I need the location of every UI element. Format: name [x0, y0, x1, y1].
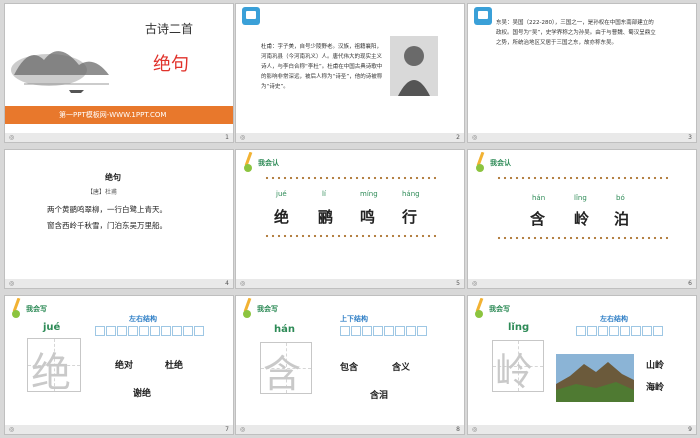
structure-label: 左右结构: [600, 315, 628, 323]
slide-footer: [5, 279, 233, 288]
section-heading: 我会写: [489, 305, 510, 313]
pinyin-bo: bó: [616, 194, 625, 202]
pinyin: lǐng: [508, 322, 530, 333]
large-char: 含: [263, 352, 302, 396]
slide-indicator: ◎: [9, 134, 15, 141]
stroke-order-row: [576, 326, 663, 336]
slide-footer: [5, 133, 233, 142]
slide-number: 6: [688, 280, 692, 287]
word-1: 包含: [340, 363, 359, 373]
slide-number: 4: [225, 280, 229, 287]
slide-footer: [468, 279, 696, 288]
slide-4[interactable]: 绝句 【唐】杜甫 两个黄鹂鸣翠柳，一行白鹭上青天。 窗含西岭千秋雪，门泊东吴万里…: [5, 150, 233, 288]
slide-number: 3: [688, 134, 692, 141]
slide-indicator: ◎: [240, 280, 246, 287]
pinyin-ling: lǐng: [574, 194, 587, 202]
slide-footer: [236, 425, 464, 434]
structure-label: 上下结构: [340, 315, 368, 323]
pinyin: hán: [274, 324, 295, 335]
section-heading: 我会写: [26, 305, 47, 313]
poem-title: 绝句: [153, 54, 189, 75]
pinyin-li: lí: [322, 190, 326, 198]
slide-indicator: ◎: [472, 134, 478, 141]
section-heading: 我会认: [490, 159, 511, 167]
pinyin-ming: míng: [360, 190, 378, 198]
char-jue: 绝: [274, 208, 290, 226]
pinyin-han: hán: [532, 194, 546, 202]
word-1: 山岭: [646, 361, 665, 371]
footer-text: 第一PPT模板网-WWW.1PPT.COM: [59, 111, 167, 119]
char-ling: 岭: [574, 210, 590, 228]
word-3: 谢绝: [133, 389, 152, 399]
slide-6[interactable]: 我会认 hán lǐng bó 含 岭 泊 ◎ 6: [468, 150, 696, 288]
word-1: 绝对: [115, 361, 134, 371]
pencil-boy-icon: [475, 298, 484, 318]
slide-indicator: ◎: [240, 426, 246, 433]
char-han: 含: [530, 210, 546, 228]
slide-2[interactable]: 杜甫：字子美，自号少陵野老。汉族，祖籍襄阳，河南巩县（今河南巩义）人。唐代伟大的…: [236, 4, 464, 142]
char-bo: 泊: [614, 210, 630, 228]
decorative-dot-line: [496, 236, 668, 240]
slide-footer: [468, 425, 696, 434]
slide-footer: [5, 425, 233, 434]
poem-author: 【唐】杜甫: [87, 189, 118, 196]
pencil-boy-icon: [243, 298, 252, 318]
decorative-dot-line: [264, 234, 436, 238]
slide-title: 古诗二首: [145, 22, 194, 36]
slide-5[interactable]: 我会认 jué lí míng háng 绝 鹂 鸣 行 ◎ 5: [236, 150, 464, 288]
bookmark-badge-icon: [242, 7, 260, 25]
slide-number: 1: [225, 134, 229, 141]
portrait-image: [390, 36, 438, 96]
pinyin: jué: [43, 322, 61, 333]
slide-footer: [236, 133, 464, 142]
slide-7[interactable]: 我会写 左右结构 jué 绝 绝对 杜绝 谢绝 ◎ 7: [5, 296, 233, 434]
bookmark-badge-icon: [474, 7, 492, 25]
poem-line-2: 窗含西岭千秋雪，门泊东吴万里船。: [47, 221, 167, 230]
slide-indicator: ◎: [240, 134, 246, 141]
description-text: 东吴：吴国（222-280），三国之一，是孙权在中国东南部建立的政权。国号为“吴…: [496, 20, 656, 46]
slide-footer: [468, 133, 696, 142]
slide-number: 9: [688, 426, 692, 433]
decorative-dot-line: [496, 176, 668, 180]
decorative-dot-line: [264, 176, 436, 180]
mountain-photo: [556, 354, 634, 402]
slide-number: 2: [456, 134, 460, 141]
slide-number: 7: [225, 426, 229, 433]
pencil-boy-icon: [244, 152, 253, 172]
structure-label: 左右结构: [129, 315, 157, 323]
slide-number: 8: [456, 426, 460, 433]
pencil-boy-icon: [12, 298, 21, 318]
pinyin-jue: jué: [276, 190, 287, 198]
slide-indicator: ◎: [9, 426, 15, 433]
slide-indicator: ◎: [472, 426, 478, 433]
slide-8[interactable]: 我会写 上下结构 hán 含 包含 含义 含泪 ◎ 8: [236, 296, 464, 434]
pencil-boy-icon: [476, 152, 485, 172]
stroke-order-row: [340, 326, 427, 336]
slide-9[interactable]: 我会写 左右结构 lǐng 岭 山岭 海岭 ◎ 9: [468, 296, 696, 434]
slide-number: 5: [456, 280, 460, 287]
slide-indicator: ◎: [472, 280, 478, 287]
word-3: 含泪: [370, 391, 389, 401]
poem-title: 绝句: [105, 172, 121, 182]
pinyin-hang: háng: [402, 190, 420, 198]
stroke-order-row: [95, 326, 204, 336]
section-heading: 我会认: [258, 159, 279, 167]
large-char: 绝: [31, 350, 71, 396]
section-heading: 我会写: [257, 305, 278, 313]
ink-landscape-image: [11, 51, 109, 93]
slide-indicator: ◎: [9, 280, 15, 287]
word-2: 杜绝: [165, 361, 184, 371]
large-char: 岭: [495, 350, 534, 394]
word-2: 海岭: [646, 383, 665, 393]
description-text: 杜甫：字子美，自号少陵野老。汉族，祖籍襄阳，河南巩县（今河南巩义）人。唐代伟大的…: [261, 44, 383, 90]
char-hang: 行: [402, 208, 418, 226]
word-2: 含义: [392, 363, 411, 373]
slide-1[interactable]: 古诗二首 绝句 第一PPT模板网-WWW.1PPT.COM ◎ 1: [5, 4, 233, 142]
char-li: 鹂: [318, 208, 334, 226]
slide-footer: [236, 279, 464, 288]
char-ming: 鸣: [360, 208, 376, 226]
poem-line-1: 两个黄鹂鸣翠柳，一行白鹭上青天。: [47, 205, 167, 214]
slide-3[interactable]: 东吴：吴国（222-280），三国之一，是孙权在中国东南部建立的政权。国号为“吴…: [468, 4, 696, 142]
